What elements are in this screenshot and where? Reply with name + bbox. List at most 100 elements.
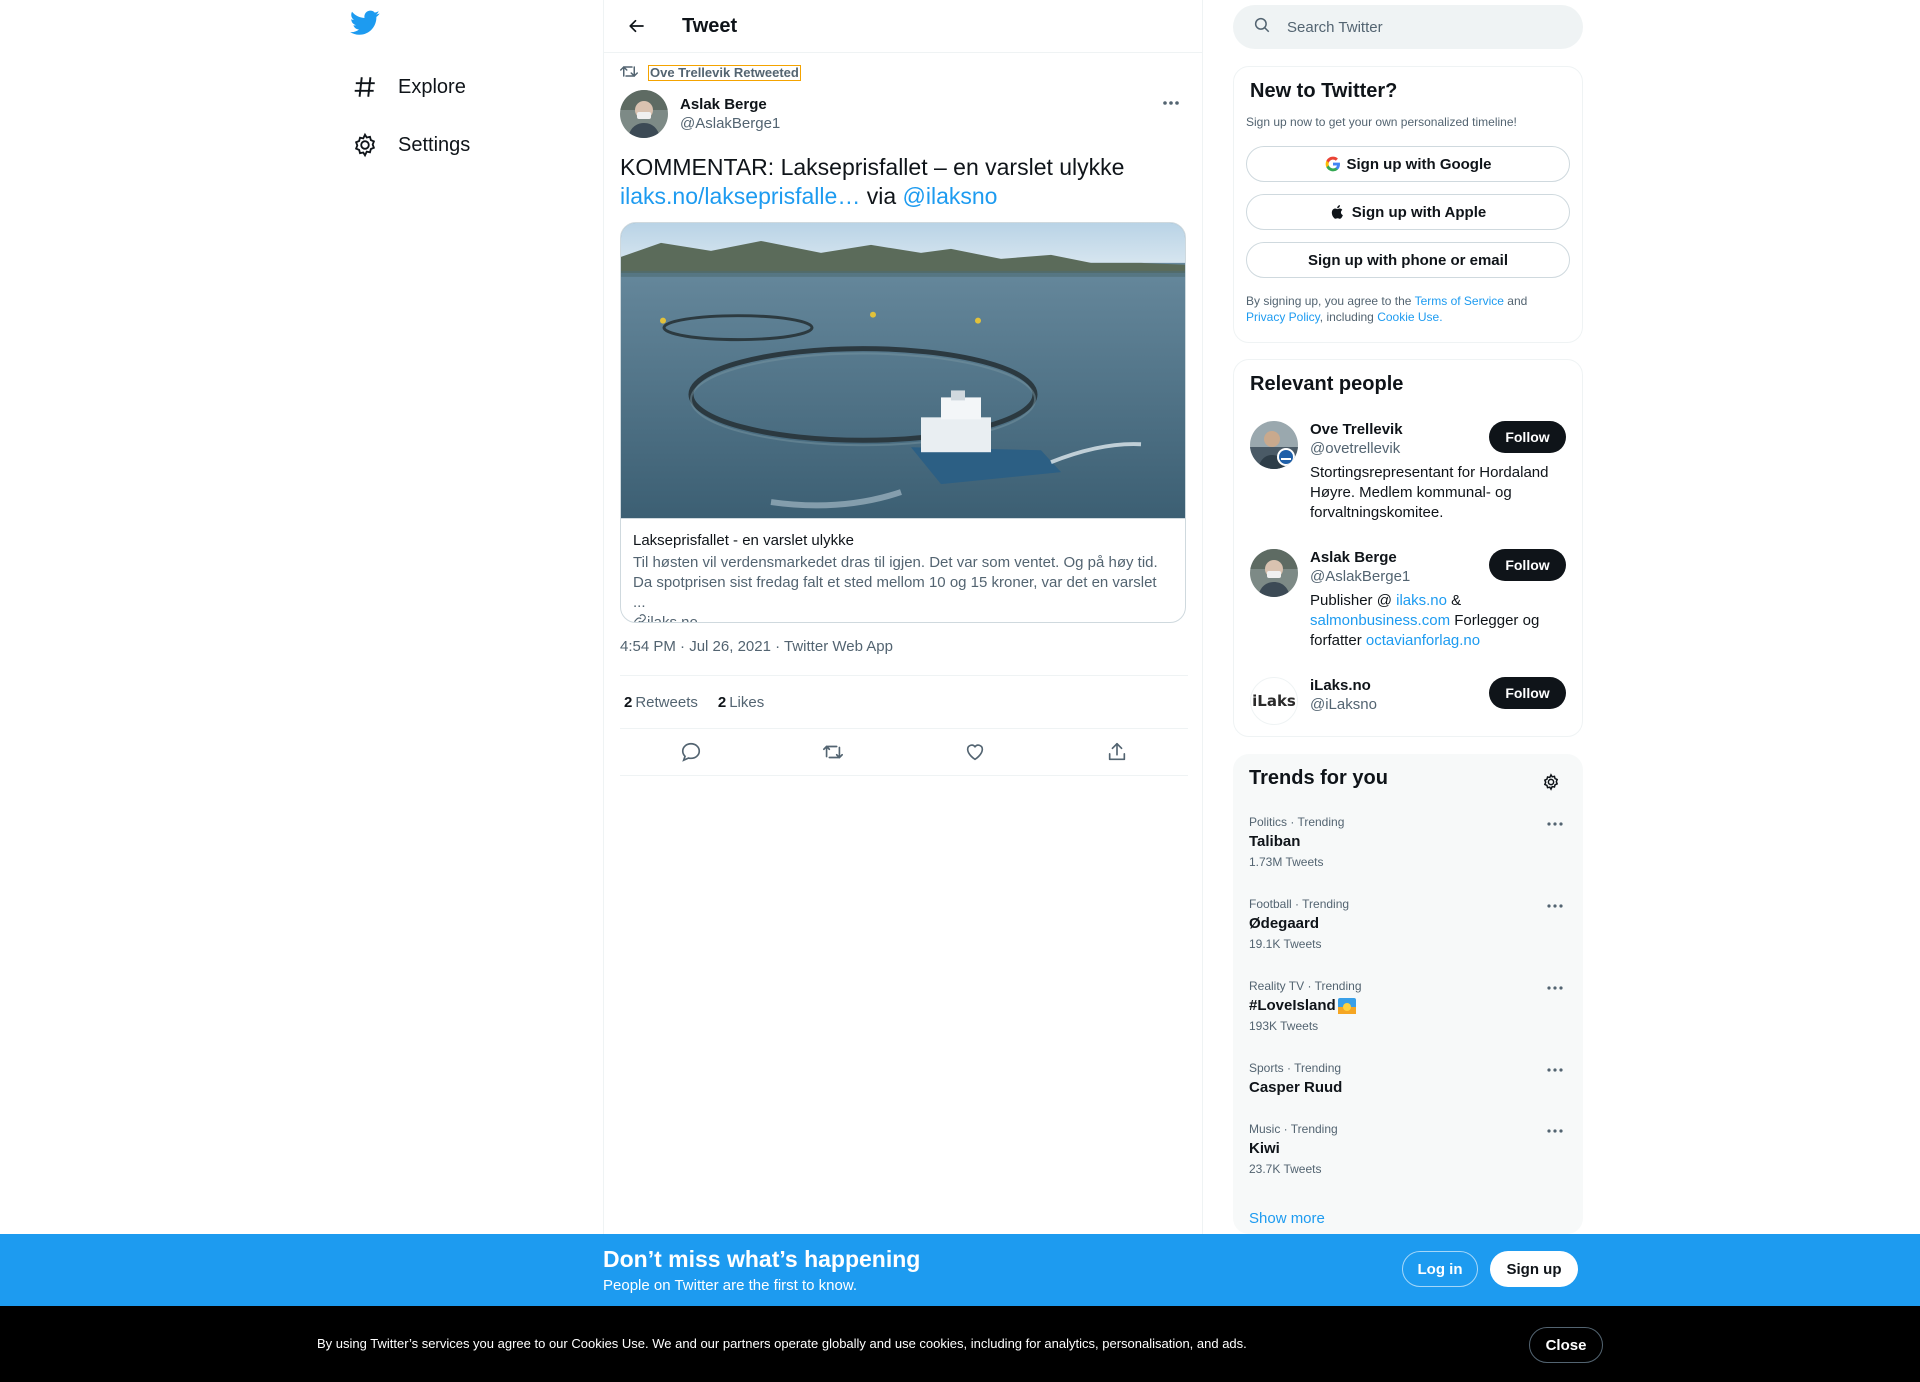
- signup-prompt-title: Don’t miss what’s happening: [603, 1246, 921, 1272]
- relevant-people-title: Relevant people: [1250, 373, 1404, 395]
- legal-text-2: and: [1507, 294, 1528, 308]
- trend-name: Ødegaard: [1249, 915, 1320, 932]
- search-icon: [1253, 16, 1271, 39]
- twitter-bird-icon[interactable]: [350, 10, 384, 44]
- page-title: Tweet: [682, 14, 738, 37]
- more-options-icon[interactable]: [1543, 1122, 1567, 1140]
- tweet-text: KOMMENTAR: Lakseprisfallet – en varslet …: [620, 153, 1190, 211]
- card-description: Til høsten vil verdensmarkedet dras til …: [633, 554, 1158, 611]
- bio-link[interactable]: ilaks.no: [1396, 592, 1447, 609]
- more-options-icon[interactable]: [1543, 979, 1567, 997]
- reply-icon[interactable]: [673, 734, 709, 770]
- person-handle[interactable]: @AslakBerge1: [1310, 568, 1490, 585]
- link-preview-card[interactable]: Lakseprisfallet - en varslet ulykke Til …: [620, 222, 1186, 623]
- avatar[interactable]: [620, 90, 668, 138]
- tweet-via: via: [866, 183, 897, 209]
- trend-item[interactable]: Politics · Trending Taliban 1.73M Tweets: [1249, 815, 1567, 869]
- bio-link[interactable]: octavianforlag.no: [1366, 632, 1480, 649]
- author-name[interactable]: Aslak Berge: [680, 96, 780, 113]
- new-to-twitter-subtitle: Sign up now to get your own personalized…: [1246, 115, 1517, 129]
- retweet-context: Ove Trellevik Retweeted: [620, 64, 801, 82]
- avatar[interactable]: iLaks: [1250, 677, 1298, 725]
- more-options-icon[interactable]: [1543, 897, 1567, 915]
- follow-button[interactable]: Follow: [1489, 677, 1566, 709]
- close-button[interactable]: Close: [1529, 1327, 1603, 1363]
- retweeted-by-label[interactable]: Ove Trellevik Retweeted: [648, 65, 801, 81]
- trends-title: Trends for you: [1249, 767, 1388, 789]
- trend-meta: Football · Trending: [1249, 897, 1350, 911]
- share-icon[interactable]: [1099, 734, 1135, 770]
- person-name[interactable]: Aslak Berge: [1310, 549, 1490, 566]
- trend-count: 1.73M Tweets: [1249, 855, 1324, 869]
- terms-link[interactable]: Terms of Service: [1415, 294, 1504, 308]
- trend-name: Casper Ruud: [1249, 1079, 1343, 1096]
- tweet-date[interactable]: Jul 26, 2021: [689, 638, 771, 655]
- tweet-header: Tweet: [604, 0, 1202, 53]
- follow-button[interactable]: Follow: [1489, 421, 1566, 453]
- tweet-mention[interactable]: @ilaksno: [903, 183, 998, 209]
- likes-stat[interactable]: 2 Likes: [718, 694, 764, 711]
- cookie-link[interactable]: Cookie Use.: [1377, 310, 1442, 324]
- like-heart-icon[interactable]: [957, 734, 993, 770]
- trend-name: #LoveIsland: [1249, 997, 1336, 1014]
- more-options-icon[interactable]: [1156, 92, 1186, 114]
- trend-count: 23.7K Tweets: [1249, 1162, 1322, 1176]
- tweet-link[interactable]: ilaks.no/lakseprisfalle…: [620, 183, 860, 209]
- tweet-time[interactable]: 4:54 PM: [620, 638, 676, 655]
- nav-explore[interactable]: Explore: [350, 67, 466, 107]
- signup-phone-email-button[interactable]: Sign up with phone or email: [1246, 242, 1570, 278]
- trend-name-row: #LoveIsland: [1249, 997, 1567, 1014]
- login-button[interactable]: Log in: [1402, 1251, 1478, 1287]
- person-name[interactable]: Ove Trellevik: [1310, 421, 1490, 438]
- ilaks-logo-text: iLaks: [1252, 692, 1296, 710]
- signup-phone-label: Sign up with phone or email: [1307, 251, 1508, 269]
- trend-count: 193K Tweets: [1249, 1019, 1319, 1033]
- new-to-twitter-title: New to Twitter?: [1250, 80, 1398, 102]
- nav-settings[interactable]: Settings: [350, 125, 470, 165]
- nav-settings-label: Settings: [398, 133, 471, 156]
- show-more-link[interactable]: Show more: [1249, 1210, 1325, 1227]
- apple-icon: [1330, 203, 1346, 221]
- signup-button[interactable]: Sign up: [1490, 1251, 1578, 1287]
- person-bio: Stortingsrepresentant for Hordaland Høyr…: [1310, 464, 1549, 521]
- back-arrow-icon[interactable]: [620, 9, 654, 43]
- trend-item[interactable]: Football · Trending Ødegaard 19.1K Tweet…: [1249, 897, 1567, 951]
- trend-meta: Sports · Trending: [1249, 1061, 1342, 1075]
- retweet-icon: [620, 64, 638, 82]
- signup-google-button[interactable]: Sign up with Google: [1246, 146, 1570, 182]
- avatar[interactable]: [1250, 549, 1298, 597]
- privacy-link[interactable]: Privacy Policy: [1246, 310, 1320, 324]
- tweet-source[interactable]: Twitter Web App: [784, 638, 893, 655]
- person-aslak-berge[interactable]: Aslak Berge @AslakBerge1 Follow Publishe…: [1250, 549, 1566, 659]
- bio-text: &: [1451, 592, 1462, 609]
- trend-meta: Music · Trending: [1249, 1122, 1338, 1136]
- gear-icon[interactable]: [1539, 770, 1563, 794]
- trend-item[interactable]: Music · Trending Kiwi 23.7K Tweets: [1249, 1122, 1567, 1176]
- person-ove-trellevik[interactable]: Ove Trellevik @ovetrellevik Follow Stort…: [1250, 421, 1566, 531]
- trend-item[interactable]: Reality TV · Trending #LoveIsland 193K T…: [1249, 979, 1567, 1033]
- tweet-actions: [620, 729, 1188, 776]
- signup-apple-button[interactable]: Sign up with Apple: [1246, 194, 1570, 230]
- trend-meta: Politics · Trending: [1249, 815, 1345, 829]
- card-domain: ilaks.no: [633, 613, 1173, 622]
- trend-count: 19.1K Tweets: [1249, 937, 1322, 951]
- tweet-author[interactable]: Aslak Berge @AslakBerge1: [620, 90, 780, 138]
- legal-text-1: By signing up, you agree to the: [1246, 294, 1412, 308]
- retweets-stat[interactable]: 2 Retweets: [624, 694, 698, 711]
- new-to-twitter-panel: New to Twitter? Sign up now to get your …: [1233, 66, 1583, 343]
- search-bar[interactable]: [1233, 5, 1583, 49]
- more-options-icon[interactable]: [1543, 1061, 1567, 1079]
- person-ilaks[interactable]: iLaks iLaks.no @iLaksno Follow: [1250, 677, 1566, 727]
- trend-item[interactable]: Sports · Trending Casper Ruud: [1249, 1061, 1567, 1096]
- person-handle[interactable]: @iLaksno: [1310, 696, 1490, 713]
- more-options-icon[interactable]: [1543, 815, 1567, 833]
- bio-link[interactable]: salmonbusiness.com: [1310, 612, 1450, 629]
- nav-explore-label: Explore: [398, 75, 466, 98]
- person-handle[interactable]: @ovetrellevik: [1310, 440, 1490, 457]
- follow-button[interactable]: Follow: [1489, 549, 1566, 581]
- avatar[interactable]: [1250, 421, 1298, 469]
- author-handle[interactable]: @AslakBerge1: [680, 115, 780, 132]
- person-name[interactable]: iLaks.no: [1310, 677, 1490, 694]
- retweet-icon[interactable]: [815, 734, 851, 770]
- search-input[interactable]: [1287, 18, 1547, 36]
